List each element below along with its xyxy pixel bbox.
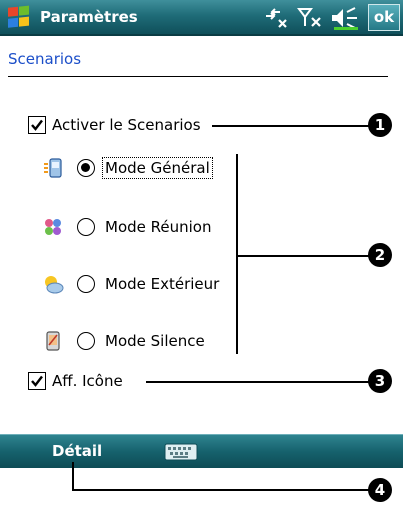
callout-line-1 <box>212 125 370 127</box>
mode-meeting-row[interactable]: Mode Réunion <box>42 214 213 240</box>
keyboard-icon[interactable] <box>164 443 198 461</box>
mode-general-radio[interactable] <box>77 159 95 177</box>
mode-outdoor-label: Mode Extérieur <box>105 275 220 293</box>
mode-general-label: Mode Général <box>102 157 213 179</box>
speaker-icon[interactable] <box>330 6 362 30</box>
title-bar: Paramètres ok <box>0 0 403 36</box>
connectivity-icon[interactable] <box>262 6 290 30</box>
callout-marker-2: 2 <box>368 243 392 267</box>
mode-silent-label: Mode Silence <box>105 332 205 350</box>
meeting-mode-icon <box>45 219 61 235</box>
callout-marker-3: 3 <box>368 369 392 393</box>
callout-marker-1: 1 <box>368 113 392 137</box>
enable-scenarios-label: Activer le Scenarios <box>52 116 201 134</box>
callout-bracket-2 <box>236 154 238 354</box>
callout-line-3 <box>146 381 370 383</box>
ok-button[interactable]: ok <box>368 4 400 31</box>
callout-line-2 <box>236 255 370 257</box>
windows-start-icon[interactable] <box>6 5 32 31</box>
callout-marker-4: 4 <box>368 478 392 502</box>
mode-meeting-label: Mode Réunion <box>105 218 212 236</box>
callout-line-4-vertical <box>72 462 74 491</box>
checkmark-icon <box>31 375 43 387</box>
mode-general-row[interactable]: Mode Général <box>42 155 213 181</box>
menu-bar: Détail <box>0 434 403 468</box>
window-title: Paramètres <box>40 8 138 26</box>
general-mode-icon <box>44 158 62 178</box>
show-icon-label: Aff. Icône <box>52 372 123 390</box>
outdoor-mode-icon <box>45 276 64 294</box>
section-divider <box>8 76 388 77</box>
enable-scenarios-row[interactable]: Activer le Scenarios <box>28 114 201 136</box>
checkmark-icon <box>31 119 43 131</box>
page-title: Scenarios <box>8 50 82 68</box>
mode-silent-radio[interactable] <box>77 332 95 350</box>
mode-outdoor-radio[interactable] <box>77 275 95 293</box>
mode-meeting-radio[interactable] <box>77 218 95 236</box>
show-icon-checkbox[interactable] <box>28 372 46 390</box>
detail-softkey[interactable]: Détail <box>52 442 102 460</box>
silent-mode-icon <box>46 331 60 351</box>
show-icon-row[interactable]: Aff. Icône <box>28 370 123 392</box>
callout-line-4 <box>72 489 370 491</box>
signal-off-icon[interactable] <box>296 6 324 30</box>
mode-silent-row[interactable]: Mode Silence <box>42 328 207 354</box>
enable-scenarios-checkbox[interactable] <box>28 116 46 134</box>
mode-outdoor-row[interactable]: Mode Extérieur <box>42 271 221 297</box>
